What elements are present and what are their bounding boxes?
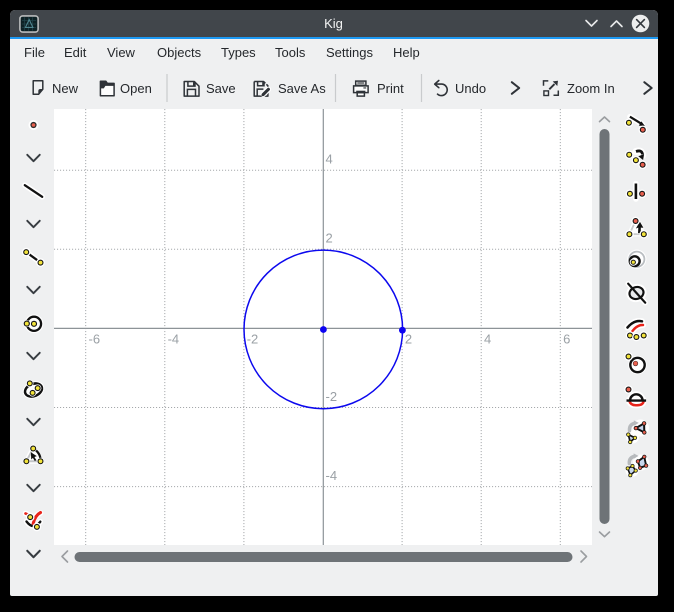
svg-text:4: 4 (326, 152, 333, 167)
svg-text:-4: -4 (168, 332, 180, 347)
svg-text:4: 4 (484, 332, 491, 347)
svg-text:-2: -2 (247, 332, 259, 347)
svg-text:2: 2 (405, 332, 412, 347)
svg-text:6: 6 (563, 332, 570, 347)
svg-text:-4: -4 (326, 468, 338, 483)
svg-text:-2: -2 (326, 389, 338, 404)
svg-text:2: 2 (326, 231, 333, 246)
svg-text:-6: -6 (89, 332, 101, 347)
